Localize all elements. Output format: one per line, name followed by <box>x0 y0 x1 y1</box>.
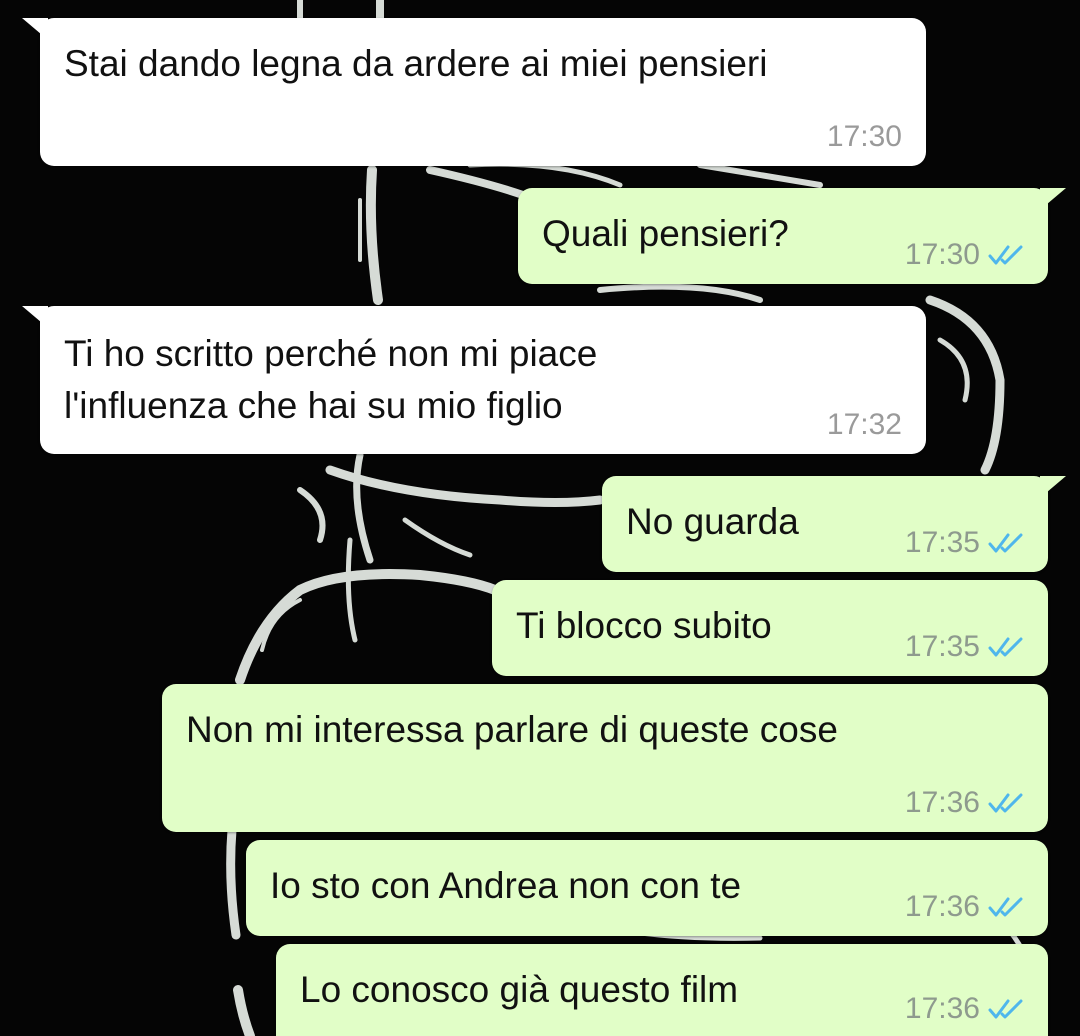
message-text: Ti blocco subito <box>516 605 772 646</box>
message-time: 17:36 <box>904 992 980 1025</box>
message-meta: 17:36 <box>905 992 1024 1026</box>
message-text: Lo conosco già questo film <box>300 969 739 1010</box>
bubble-tail <box>1040 188 1066 210</box>
message-text: Stai dando legna da ardere ai miei pensi… <box>64 43 768 84</box>
outgoing-message[interactable]: Non mi interessa parlare di queste cose … <box>162 684 1048 832</box>
message-text: Quali pensieri? <box>542 213 789 254</box>
message-text: Non mi interessa parlare di queste cose <box>186 709 838 750</box>
message-text: No guarda <box>626 501 799 542</box>
message-meta: 17:36 <box>905 890 1024 924</box>
message-time: 17:30 <box>826 120 902 153</box>
message-meta: 17:36 <box>905 786 1024 820</box>
double-check-read-icon <box>988 533 1023 553</box>
outgoing-message[interactable]: Ti blocco subito 17:35 <box>492 580 1048 676</box>
message-meta: 17:30 <box>827 120 902 154</box>
double-check-read-icon <box>988 793 1023 813</box>
double-check-read-icon <box>988 637 1023 657</box>
message-time: 17:30 <box>904 238 980 271</box>
double-check-read-icon <box>988 897 1023 917</box>
bubble-tail <box>22 306 48 328</box>
message-text: Ti ho scritto perché non mi piace l'infl… <box>64 333 598 426</box>
message-meta: 17:30 <box>905 238 1024 272</box>
message-time: 17:36 <box>904 890 980 923</box>
message-meta: 17:32 <box>827 408 902 442</box>
incoming-message[interactable]: Stai dando legna da ardere ai miei pensi… <box>22 18 926 166</box>
bubble-tail <box>1040 476 1066 498</box>
double-check-read-icon <box>988 245 1023 265</box>
outgoing-message[interactable]: No guarda 17:35 <box>602 476 1066 572</box>
outgoing-message[interactable]: Io sto con Andrea non con te 17:36 <box>246 840 1048 936</box>
message-time: 17:36 <box>904 786 980 819</box>
message-text: Io sto con Andrea non con te <box>270 865 742 906</box>
message-meta: 17:35 <box>905 526 1024 560</box>
outgoing-message[interactable]: Quali pensieri? 17:30 <box>518 188 1066 284</box>
message-meta: 17:35 <box>905 630 1024 664</box>
incoming-message[interactable]: Ti ho scritto perché non mi piace l'infl… <box>22 306 926 454</box>
double-check-read-icon <box>988 999 1023 1019</box>
message-time: 17:32 <box>826 408 902 441</box>
outgoing-message[interactable]: Lo conosco già questo film 17:36 <box>276 944 1048 1036</box>
bubble-tail <box>22 18 48 40</box>
message-time: 17:35 <box>904 526 980 559</box>
message-time: 17:35 <box>904 630 980 663</box>
